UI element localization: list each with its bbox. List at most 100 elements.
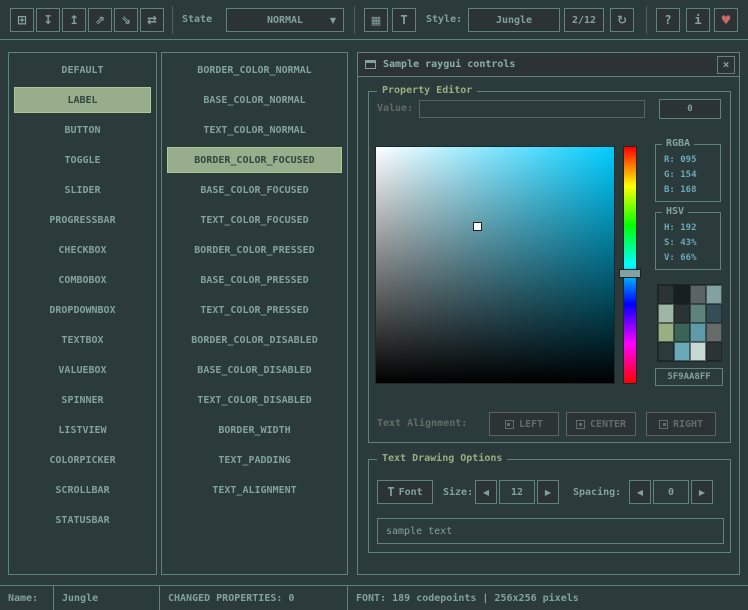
palette-color[interactable] [706,304,722,323]
palette-color[interactable] [706,342,722,361]
changed-properties-status: CHANGED PROPERTIES: 0 [168,593,294,604]
value-box-button[interactable]: 0 [659,99,721,119]
prop-item-border-color-disabled[interactable]: BORDER_COLOR_DISABLED [167,327,342,353]
style-random-button[interactable]: ⇄ [140,8,164,32]
prop-item-border-color-normal[interactable]: BORDER_COLOR_NORMAL [167,57,342,83]
font-button[interactable]: T Font [377,480,433,504]
prop-item-text-color-normal[interactable]: TEXT_COLOR_NORMAL [167,117,342,143]
text-view-button[interactable]: T [392,8,416,32]
file-save-button[interactable]: ↥ [62,8,86,32]
align-left-icon [505,420,514,429]
hue-slider-handle[interactable] [619,269,641,278]
prop-item-base-color-pressed[interactable]: BASE_COLOR_PRESSED [167,267,342,293]
size-increase-button[interactable]: ▶ [537,480,559,504]
list-item-combobox[interactable]: COMBOBOX [14,267,151,293]
window-title: Sample raygui controls [383,59,515,70]
size-value: 12 [511,487,523,498]
color-saturation-value-panel[interactable] [375,146,615,384]
file-new-button[interactable]: ⊞ [10,8,34,32]
align-right-button[interactable]: RIGHT [646,412,716,436]
list-item-slider[interactable]: SLIDER [14,177,151,203]
grid-view-button[interactable]: ▦ [364,8,388,32]
style-name-status: Jungle [62,593,98,604]
align-center-button[interactable]: CENTER [566,412,636,436]
palette-color[interactable] [690,285,706,304]
close-button[interactable]: × [717,56,735,74]
palette-color[interactable] [674,342,690,361]
palette-color[interactable] [658,323,674,342]
value-input[interactable] [419,100,645,118]
grid-icon: ▦ [371,14,381,27]
prop-item-border-width[interactable]: BORDER_WIDTH [167,417,342,443]
prop-item-text-color-focused[interactable]: TEXT_COLOR_FOCUSED [167,207,342,233]
palette-color[interactable] [658,304,674,323]
sample-text-box[interactable]: sample text [377,518,724,544]
list-item-listview[interactable]: LISTVIEW [14,417,151,443]
list-item-scrollbar[interactable]: SCROLLBAR [14,477,151,503]
list-item-dropdownbox[interactable]: DROPDOWNBOX [14,297,151,323]
style-label: Style: [426,0,462,40]
list-item-toggle[interactable]: TOGGLE [14,147,151,173]
list-item-statusbar[interactable]: STATUSBAR [14,507,151,533]
palette-color[interactable] [674,304,690,323]
prop-item-text-color-disabled[interactable]: TEXT_COLOR_DISABLED [167,387,342,413]
prop-item-text-alignment[interactable]: TEXT_ALIGNMENT [167,477,342,503]
palette-color[interactable] [674,323,690,342]
toolbar-divider [354,6,355,34]
window-titlebar[interactable]: Sample raygui controls × [358,53,739,77]
style-export-button[interactable]: ⇘ [114,8,138,32]
list-item-textbox[interactable]: TEXTBOX [14,327,151,353]
heart-icon: ♥ [721,13,732,27]
reload-icon: ↻ [617,13,627,27]
style-name-box[interactable]: Jungle [468,8,560,32]
palette-color[interactable] [706,323,722,342]
palette-color[interactable] [674,285,690,304]
size-value-box[interactable]: 12 [499,480,535,504]
spacing-increase-button[interactable]: ▶ [691,480,713,504]
file-export-button[interactable]: ⇗ [88,8,112,32]
style-reload-button[interactable]: ↻ [610,8,634,32]
prop-item-text-padding[interactable]: TEXT_PADDING [167,447,342,473]
prop-item-text-color-pressed[interactable]: TEXT_COLOR_PRESSED [167,297,342,323]
prop-item-base-color-disabled[interactable]: BASE_COLOR_DISABLED [167,357,342,383]
statusbar-name-value-segment[interactable]: Jungle [54,586,160,610]
list-item-default[interactable]: DEFAULT [14,57,151,83]
text-drawing-options-group: Text Drawing Options T Font Size: ◀ 12 ▶… [368,459,731,553]
style-name-value: Jungle [496,15,532,26]
palette-color[interactable] [690,304,706,323]
sponsor-button[interactable]: ♥ [714,8,738,32]
arrow-right-icon: ▶ [545,488,551,497]
hue-slider[interactable] [623,146,637,384]
list-item-spinner[interactable]: SPINNER [14,387,151,413]
color-picker-cursor[interactable] [473,222,482,231]
hex-value-box[interactable]: 5F9AA8FF [655,368,723,386]
size-decrease-button[interactable]: ◀ [475,480,497,504]
palette-color[interactable] [658,342,674,361]
style-color-palette [657,284,721,362]
state-dropdown-value: NORMAL [267,15,303,26]
list-item-valuebox[interactable]: VALUEBOX [14,357,151,383]
spacing-value-box[interactable]: 0 [653,480,689,504]
prop-item-border-color-focused[interactable]: BORDER_COLOR_FOCUSED [167,147,342,173]
list-item-label[interactable]: LABEL [14,87,151,113]
list-item-colorpicker[interactable]: COLORPICKER [14,447,151,473]
prop-item-base-color-normal[interactable]: BASE_COLOR_NORMAL [167,87,342,113]
palette-color[interactable] [706,285,722,304]
palette-color[interactable] [690,323,706,342]
spacing-decrease-button[interactable]: ◀ [629,480,651,504]
about-button[interactable]: i [686,8,710,32]
text-icon: T [400,13,407,27]
state-dropdown[interactable]: NORMAL ▼ [226,8,344,32]
palette-color[interactable] [690,342,706,361]
prop-item-border-color-pressed[interactable]: BORDER_COLOR_PRESSED [167,237,342,263]
help-button[interactable]: ? [656,8,680,32]
list-item-button[interactable]: BUTTON [14,117,151,143]
list-item-checkbox[interactable]: CHECKBOX [14,237,151,263]
align-left-button[interactable]: LEFT [489,412,559,436]
palette-color[interactable] [658,285,674,304]
sample-controls-window: Sample raygui controls × Property Editor… [357,52,740,575]
prop-item-base-color-focused[interactable]: BASE_COLOR_FOCUSED [167,177,342,203]
file-save-icon: ↥ [69,13,79,27]
file-open-button[interactable]: ↧ [36,8,60,32]
list-item-progressbar[interactable]: PROGRESSBAR [14,207,151,233]
